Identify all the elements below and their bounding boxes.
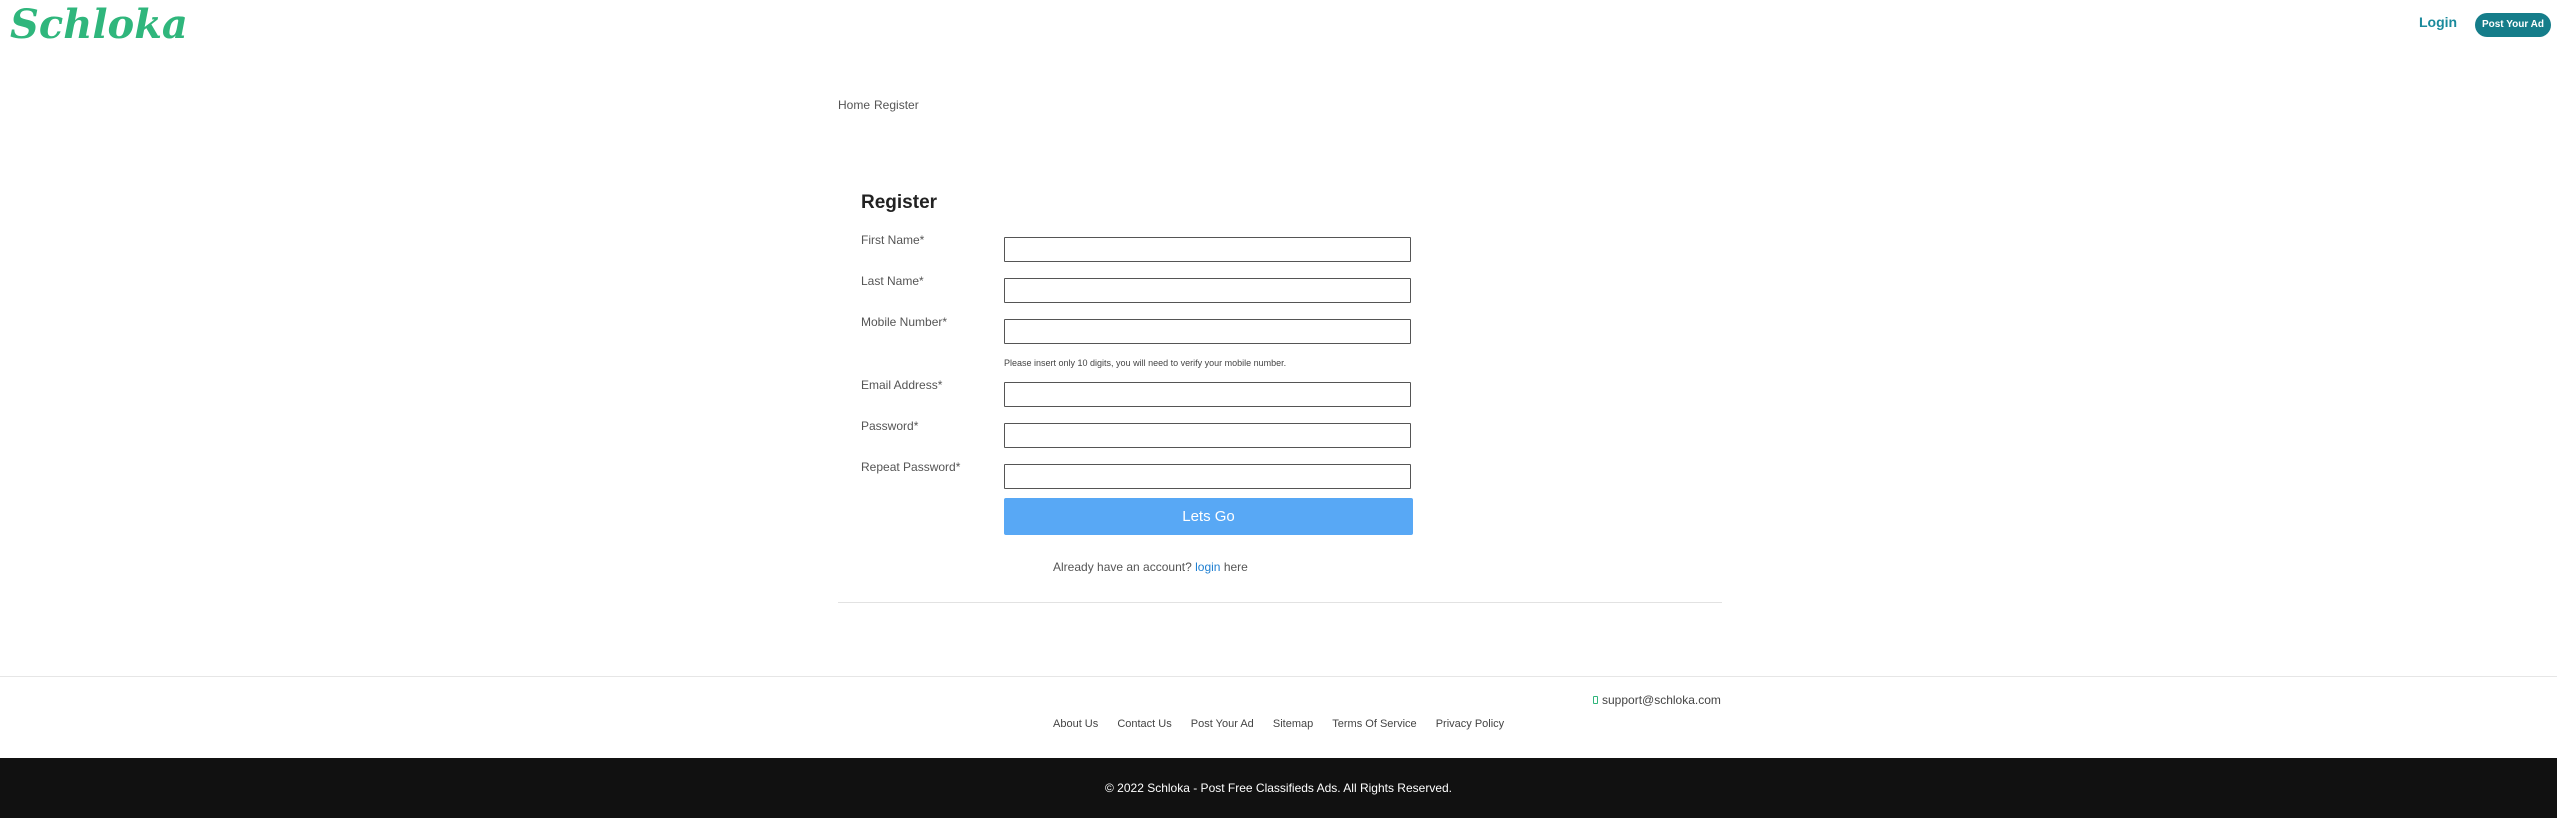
footer-link-contact-us[interactable]: Contact Us — [1117, 718, 1171, 730]
mobile-number-field[interactable] — [1004, 319, 1411, 344]
login-prompt: Already have an account? login here — [1053, 560, 1248, 574]
footer-links: About Us Contact Us Post Your Ad Sitemap… — [1053, 718, 1520, 730]
login-prompt-suffix: here — [1223, 560, 1248, 574]
form-title: Register — [861, 192, 938, 213]
footer-link-privacy-policy[interactable]: Privacy Policy — [1436, 718, 1504, 730]
phone-icon — [1593, 696, 1598, 704]
email-address-label: Email Address* — [861, 378, 943, 392]
copyright-bar: © 2022 Schloka - Post Free Classifieds A… — [0, 758, 2557, 818]
footer-link-post-your-ad[interactable]: Post Your Ad — [1191, 718, 1254, 730]
login-here-link[interactable]: login — [1195, 560, 1220, 574]
support-contact: support@schloka.com — [1593, 693, 1721, 707]
footer-link-sitemap[interactable]: Sitemap — [1273, 718, 1313, 730]
footer-divider — [0, 676, 2557, 677]
last-name-label: Last Name* — [861, 274, 924, 288]
password-field[interactable] — [1004, 423, 1411, 448]
site-logo[interactable]: Schloka — [10, 2, 188, 48]
mobile-hint: Please insert only 10 digits, you will n… — [1004, 358, 1287, 368]
mobile-number-label: Mobile Number* — [861, 315, 948, 329]
breadcrumb-register: Register — [874, 98, 919, 112]
login-link[interactable]: Login — [2419, 14, 2457, 30]
email-address-field[interactable] — [1004, 382, 1411, 407]
repeat-password-field[interactable] — [1004, 464, 1411, 489]
footer-link-about-us[interactable]: About Us — [1053, 718, 1098, 730]
breadcrumb-home[interactable]: Home — [838, 98, 870, 112]
login-prompt-prefix: Already have an account? — [1053, 560, 1192, 574]
password-label: Password* — [861, 419, 919, 433]
post-ad-button[interactable]: Post Your Ad — [2475, 13, 2551, 37]
content-divider — [838, 602, 1722, 603]
footer-link-terms-of-service[interactable]: Terms Of Service — [1332, 718, 1416, 730]
first-name-field[interactable] — [1004, 237, 1411, 262]
last-name-field[interactable] — [1004, 278, 1411, 303]
breadcrumb: Home Register — [838, 98, 923, 112]
submit-button[interactable]: Lets Go — [1004, 498, 1413, 535]
support-email[interactable]: support@schloka.com — [1602, 693, 1721, 707]
copyright-text: © 2022 Schloka - Post Free Classifieds A… — [1105, 781, 1452, 795]
site-header: Schloka Login Post Your Ad — [0, 0, 2557, 50]
first-name-label: First Name* — [861, 233, 925, 247]
repeat-password-label: Repeat Password* — [861, 460, 961, 474]
